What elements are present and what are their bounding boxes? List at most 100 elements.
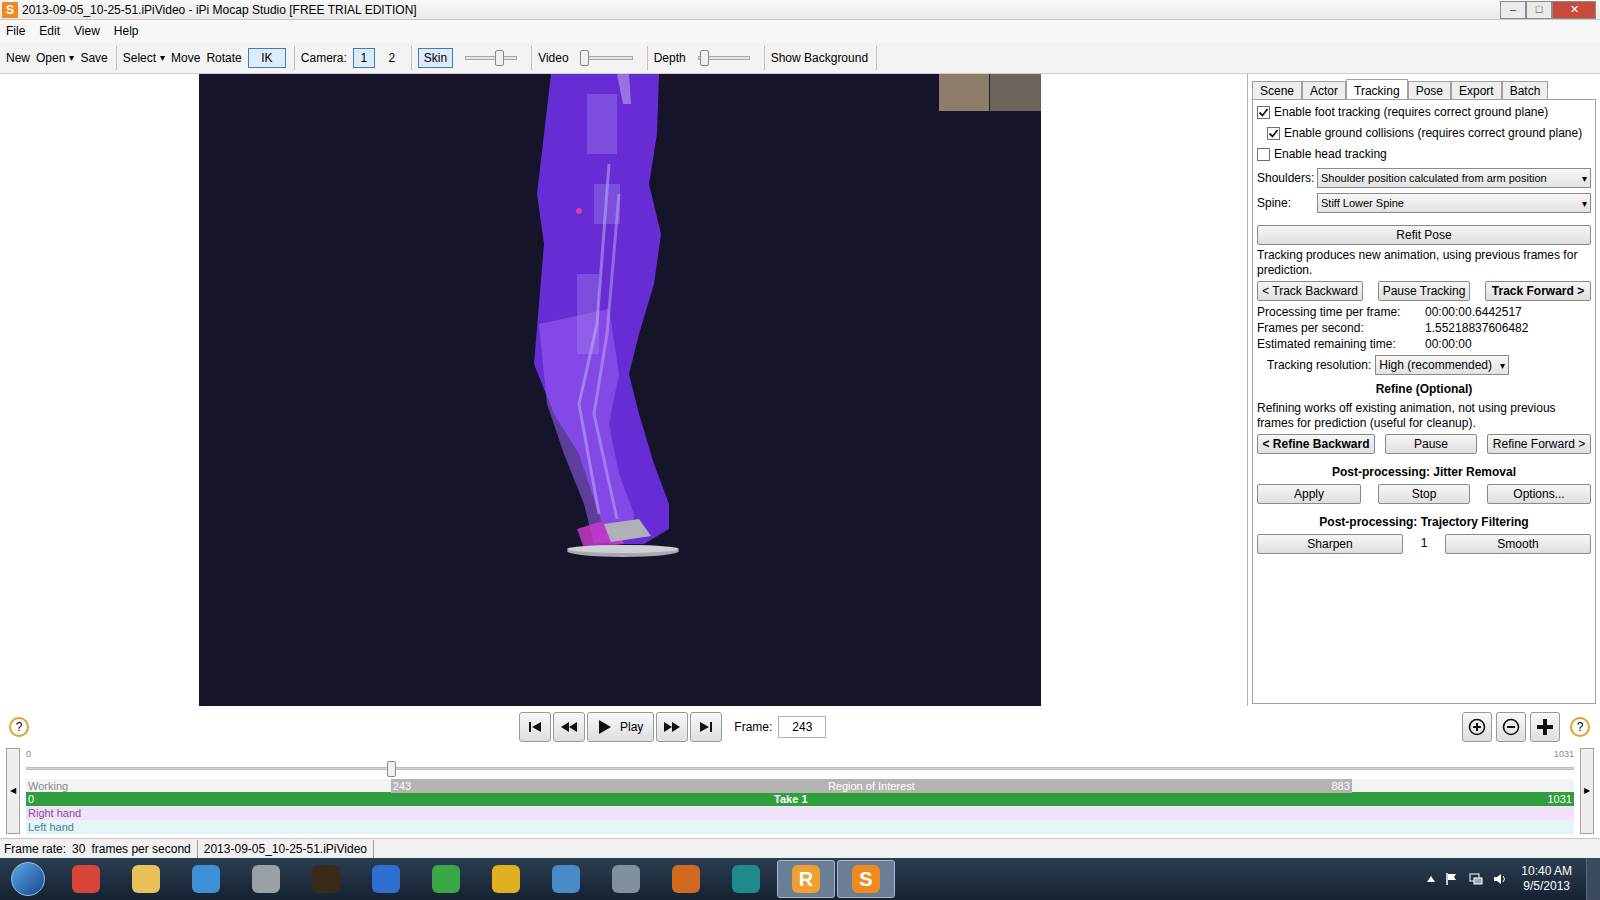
show-hidden-icon[interactable] — [1427, 876, 1435, 882]
fit-button[interactable] — [1530, 712, 1560, 742]
camera-thumbnail[interactable] — [939, 74, 990, 111]
refine-button[interactable]: Refine Forward > — [1487, 434, 1591, 454]
taskbar-app[interactable] — [537, 860, 595, 898]
play-button[interactable]: Play — [587, 712, 654, 742]
slider-thumb[interactable] — [495, 50, 504, 66]
resolution-select[interactable]: High (recommended)▾ — [1375, 355, 1509, 375]
last-button[interactable] — [690, 712, 722, 742]
taskbar-app[interactable] — [657, 860, 715, 898]
refine-button[interactable]: Pause — [1385, 434, 1477, 454]
stat-row: Frames per second:1.55218837606482 — [1257, 320, 1591, 336]
toolbar-button[interactable]: Show Background — [771, 49, 868, 67]
window-title: 2013-09-05_10-25-51.iPiVideo - iPi Mocap… — [22, 1, 1500, 19]
checkbox-row[interactable]: Enable foot tracking (requires correct g… — [1257, 103, 1591, 121]
toolbar-slider[interactable] — [465, 47, 517, 69]
flag-icon[interactable] — [1445, 872, 1459, 886]
taskbar-app[interactable] — [297, 860, 355, 898]
taskbar-app[interactable] — [717, 860, 775, 898]
jitter-button[interactable]: Stop — [1378, 484, 1470, 504]
app-icon — [552, 865, 580, 893]
refit-pose-button[interactable]: Refit Pose — [1257, 225, 1591, 245]
toolbar-toggle[interactable]: Skin — [418, 48, 453, 68]
checkbox[interactable] — [1267, 127, 1280, 140]
toolbar-toggle[interactable]: 2 — [381, 48, 403, 68]
track-row[interactable]: Right hand — [26, 806, 1574, 820]
first-button[interactable] — [519, 712, 551, 742]
toolbar-slider[interactable] — [581, 47, 633, 69]
minimize-button[interactable]: – — [1500, 1, 1526, 19]
refine-button[interactable]: < Refine Backward — [1257, 434, 1375, 454]
menu-item[interactable]: View — [74, 22, 100, 40]
toolbar-dropdown[interactable]: Open▾ — [36, 49, 74, 67]
panel-tab[interactable]: Pose — [1408, 81, 1451, 99]
tracking-button[interactable]: Track Forward > — [1485, 281, 1591, 301]
slider-track — [465, 56, 517, 60]
menu-item[interactable]: File — [6, 22, 25, 40]
toolbar-button[interactable]: New — [6, 49, 30, 67]
zoom-in-button[interactable] — [1462, 712, 1492, 742]
scroll-left-button[interactable]: ◀ — [6, 748, 20, 834]
panel-tab[interactable]: Export — [1451, 81, 1502, 99]
taskbar-app[interactable] — [597, 860, 655, 898]
slider-thumb[interactable] — [580, 50, 589, 66]
checkbox[interactable] — [1257, 106, 1270, 119]
help-button[interactable]: ? — [1570, 717, 1590, 737]
checkbox-row[interactable]: Enable head tracking — [1257, 145, 1591, 163]
zoom-out-button[interactable] — [1496, 712, 1526, 742]
region-of-interest[interactable]: 243Region of Interest883 — [391, 779, 1352, 793]
jitter-button[interactable]: Options... — [1487, 484, 1591, 504]
panel-tab[interactable]: Batch — [1502, 81, 1549, 99]
help-button[interactable]: ? — [9, 717, 29, 737]
jitter-button[interactable]: Apply — [1257, 484, 1361, 504]
side-panel: SceneActorTrackingPoseExportBatch Enable … — [1247, 74, 1600, 706]
taskbar-app[interactable] — [417, 860, 475, 898]
maximize-button[interactable]: □ — [1526, 1, 1552, 19]
panel-tab[interactable]: Tracking — [1346, 79, 1408, 99]
rewind-button[interactable] — [553, 712, 585, 742]
taskbar-app[interactable] — [477, 860, 535, 898]
viewport[interactable] — [199, 74, 1041, 706]
toolbar-toggle[interactable]: IK — [248, 48, 286, 68]
checkbox[interactable] — [1257, 148, 1270, 161]
timeline-slider[interactable] — [26, 760, 1574, 777]
taskbar-app[interactable] — [57, 860, 115, 898]
panel-tab[interactable]: Actor — [1302, 81, 1346, 99]
network-icon[interactable] — [1469, 872, 1483, 886]
scroll-right-button[interactable]: ▶ — [1580, 748, 1594, 834]
taskbar-app[interactable] — [357, 860, 415, 898]
panel-tab[interactable]: Scene — [1252, 81, 1302, 99]
forward-button[interactable] — [656, 712, 688, 742]
taskbar-app[interactable]: S — [837, 860, 895, 898]
close-button[interactable]: ✕ — [1552, 1, 1596, 19]
toolbar-toggle[interactable]: 1 — [353, 48, 375, 68]
toolbar-button[interactable]: Save — [80, 49, 107, 67]
smooth-button[interactable]: Smooth — [1445, 534, 1591, 554]
taskbar-app[interactable] — [237, 860, 295, 898]
track-row[interactable]: Left hand — [26, 820, 1574, 834]
taskbar-app[interactable] — [117, 860, 175, 898]
menu-item[interactable]: Help — [114, 22, 139, 40]
frame-input[interactable]: 243 — [778, 716, 826, 738]
menu-item[interactable]: Edit — [39, 22, 60, 40]
select-box[interactable]: Shoulder position calculated from arm po… — [1317, 168, 1591, 188]
start-button[interactable] — [0, 858, 56, 900]
toolbar-button[interactable]: Move — [171, 49, 200, 67]
taskbar-app[interactable]: R — [777, 860, 835, 898]
slider-thumb[interactable] — [700, 50, 709, 66]
select-box[interactable]: Stiff Lower Spine▾ — [1317, 193, 1591, 213]
app-icon — [252, 865, 280, 893]
toolbar-slider[interactable] — [698, 47, 750, 69]
tracking-button[interactable]: Pause Tracking — [1378, 281, 1470, 301]
clock[interactable]: 10:40 AM9/5/2013 — [1521, 864, 1572, 894]
show-desktop-button[interactable] — [1586, 858, 1600, 900]
toolbar-button[interactable]: Rotate — [206, 49, 241, 67]
timeline-thumb[interactable] — [387, 761, 396, 777]
checkbox-row[interactable]: Enable ground collisions (requires corre… — [1257, 124, 1591, 142]
sharpen-button[interactable]: Sharpen — [1257, 534, 1403, 554]
toolbar-dropdown[interactable]: Select▾ — [123, 49, 165, 67]
take-row[interactable]: 0Take 11031 — [26, 792, 1574, 806]
camera-thumbnail[interactable] — [990, 74, 1041, 111]
speaker-icon[interactable] — [1493, 872, 1507, 886]
taskbar-app[interactable] — [177, 860, 235, 898]
tracking-button[interactable]: < Track Backward — [1257, 281, 1363, 301]
